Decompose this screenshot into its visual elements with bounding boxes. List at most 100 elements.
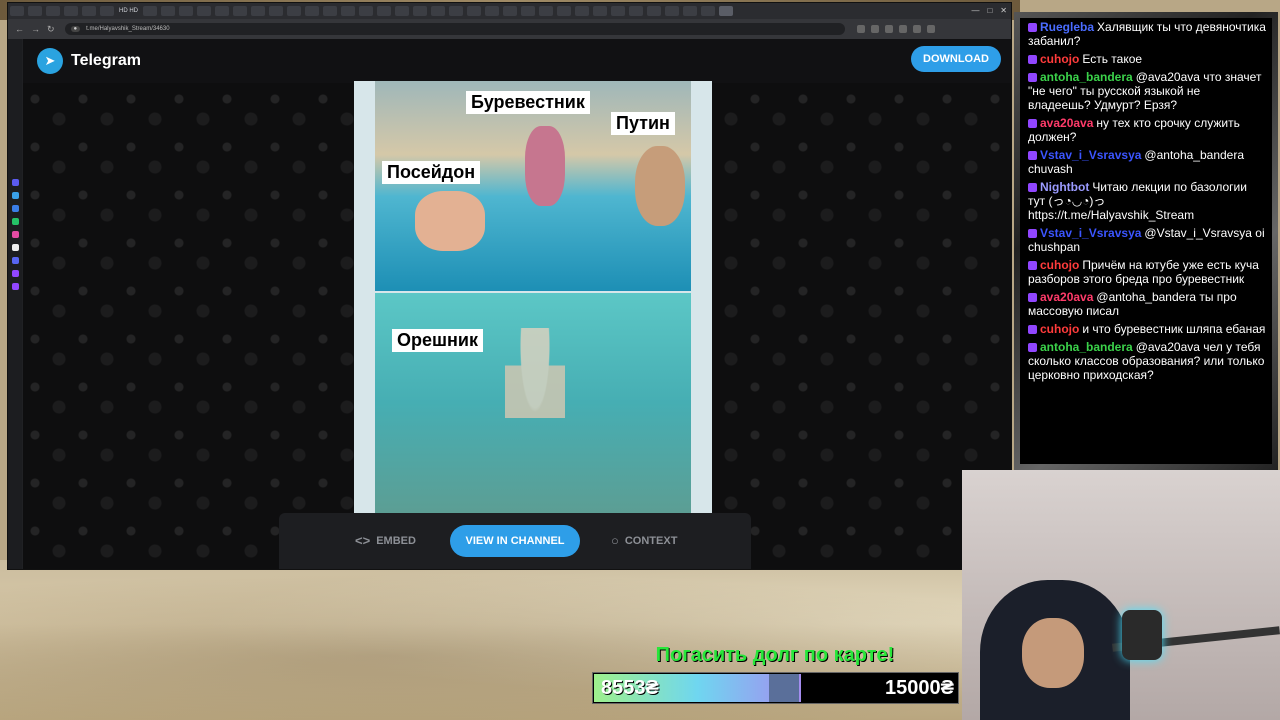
browser-tab[interactable]	[503, 6, 517, 16]
browser-tab[interactable]	[629, 6, 643, 16]
browser-tab-title[interactable]: HD HD	[116, 8, 141, 14]
chat-message: antoha_bandera @ava20ava чел у тебя сколь…	[1020, 338, 1272, 384]
browser-tab[interactable]	[341, 6, 355, 16]
site-info-icon[interactable]: ●	[70, 26, 81, 32]
chat-message: cuhojo Есть такое	[1020, 50, 1272, 68]
address-bar: ← → ↻ ● t.me/Halyavshik_Stream/34630	[8, 19, 1011, 39]
browser-tab[interactable]	[467, 6, 481, 16]
browser-tab[interactable]	[431, 6, 445, 16]
chat-badge-icon	[1028, 261, 1037, 270]
view-in-channel-button[interactable]: VIEW IN CHANNEL	[450, 525, 580, 557]
extension-icon[interactable]	[870, 25, 879, 33]
chat-username[interactable]: antoha_bandera	[1040, 340, 1133, 354]
browser-tab[interactable]	[287, 6, 301, 16]
extension-icon[interactable]	[912, 25, 921, 33]
reload-icon[interactable]: ↻	[47, 24, 55, 35]
maximize-icon[interactable]: □	[987, 6, 992, 15]
browser-tab[interactable]	[647, 6, 661, 16]
sidebar-app-icon[interactable]	[11, 205, 19, 212]
browser-tab[interactable]	[575, 6, 589, 16]
sidebar-app-icon[interactable]	[11, 244, 19, 251]
download-button[interactable]: DOWNLOAD	[911, 46, 1001, 72]
browser-tab[interactable]	[64, 6, 78, 16]
chat-username[interactable]: cuhojo	[1040, 258, 1079, 272]
browser-tab[interactable]	[539, 6, 553, 16]
browser-tab[interactable]	[233, 6, 247, 16]
donation-goal-current: 8553₴	[601, 677, 659, 699]
browser-tab[interactable]	[10, 6, 24, 16]
browser-tab[interactable]	[143, 6, 157, 16]
sidebar-app-icon[interactable]	[11, 270, 19, 277]
chat-username[interactable]: ava20ava	[1040, 290, 1093, 304]
chat-username[interactable]: Vstav_i_Vsravsya	[1040, 226, 1141, 240]
sidebar-app-icon[interactable]	[11, 192, 19, 199]
browser-tab[interactable]	[683, 6, 697, 16]
chat-username[interactable]: antoha_bandera	[1040, 70, 1133, 84]
embed-button[interactable]: <> EMBED	[355, 533, 416, 548]
browser-tab[interactable]	[593, 6, 607, 16]
context-button[interactable]: ○ CONTEXT	[611, 533, 677, 548]
microphone	[1122, 610, 1162, 660]
browser-tab[interactable]	[82, 6, 96, 16]
browser-tab[interactable]	[197, 6, 211, 16]
meme-skeleton-scene	[375, 293, 691, 513]
chat-message: ava20ava ну тех кто срочку служить должен…	[1020, 114, 1272, 146]
browser-tab[interactable]	[179, 6, 193, 16]
chat-username[interactable]: cuhojo	[1040, 322, 1079, 336]
browser-tab[interactable]	[485, 6, 499, 16]
browser-tab[interactable]	[377, 6, 391, 16]
sidebar-app-icon[interactable]	[11, 257, 19, 264]
extension-icons	[856, 25, 935, 33]
close-icon[interactable]: ✕	[1000, 6, 1007, 15]
forward-icon[interactable]: →	[31, 24, 40, 34]
chat-text: и что буревестник шляпа ебаная	[1082, 322, 1266, 336]
browser-tab[interactable]	[100, 6, 114, 16]
sidebar-app-icon[interactable]	[11, 231, 19, 238]
chat-username[interactable]: ava20ava	[1040, 116, 1093, 130]
telegram-logo-icon[interactable]: ➤	[37, 48, 63, 74]
minimize-icon[interactable]: —	[971, 6, 979, 15]
url-input[interactable]: ● t.me/Halyavshik_Stream/34630	[64, 23, 845, 35]
browser-tab[interactable]	[161, 6, 175, 16]
browser-tab[interactable]	[557, 6, 571, 16]
sidebar-app-icon[interactable]	[11, 283, 19, 290]
browser-tab[interactable]	[28, 6, 42, 16]
chat-message: antoha_bandera @ava20ava что значет "не ч…	[1020, 68, 1272, 114]
sidebar-app-icon[interactable]	[11, 218, 19, 225]
browser-tab[interactable]	[449, 6, 463, 16]
sidebar-app-icon[interactable]	[11, 179, 19, 186]
browser-tab[interactable]	[46, 6, 60, 16]
extension-icon[interactable]	[856, 25, 865, 33]
browser-tab[interactable]	[359, 6, 373, 16]
browser-tab[interactable]	[215, 6, 229, 16]
extension-icon[interactable]	[884, 25, 893, 33]
skeleton	[505, 328, 565, 478]
chat-username[interactable]: Ruegleba	[1040, 20, 1094, 34]
browser-tab[interactable]	[701, 6, 715, 16]
browser-tab-active[interactable]	[719, 6, 733, 16]
chat-username[interactable]: Nightbot	[1040, 180, 1089, 194]
chat-message: cuhojo и что буревестник шляпа ебаная	[1020, 320, 1272, 338]
browser-tab[interactable]	[611, 6, 625, 16]
browser-tab[interactable]	[269, 6, 283, 16]
window-controls: — □ ✕	[971, 6, 1007, 15]
back-icon[interactable]: ←	[15, 24, 24, 34]
browser-tab[interactable]	[395, 6, 409, 16]
browser-tab[interactable]	[413, 6, 427, 16]
meme-image: Буревестник Путин Посейдон Орешник	[354, 81, 712, 513]
chat-username[interactable]: Vstav_i_Vsravsya	[1040, 148, 1141, 162]
browser-tab[interactable]	[323, 6, 337, 16]
browser-tab[interactable]	[305, 6, 319, 16]
extension-icon[interactable]	[926, 25, 935, 33]
browser-tab[interactable]	[251, 6, 265, 16]
telegram-title[interactable]: Telegram	[71, 52, 141, 70]
code-icon: <>	[355, 533, 371, 548]
browser-tab[interactable]	[665, 6, 679, 16]
donation-goal-target: 15000₴	[885, 677, 954, 699]
goal-avatar	[769, 674, 799, 702]
telegram-header: ➤ Telegram DOWNLOAD	[23, 39, 1011, 83]
browser-tab[interactable]	[521, 6, 535, 16]
chat-username[interactable]: cuhojo	[1040, 52, 1079, 66]
chat-badge-icon	[1028, 325, 1037, 334]
extension-icon[interactable]	[898, 25, 907, 33]
